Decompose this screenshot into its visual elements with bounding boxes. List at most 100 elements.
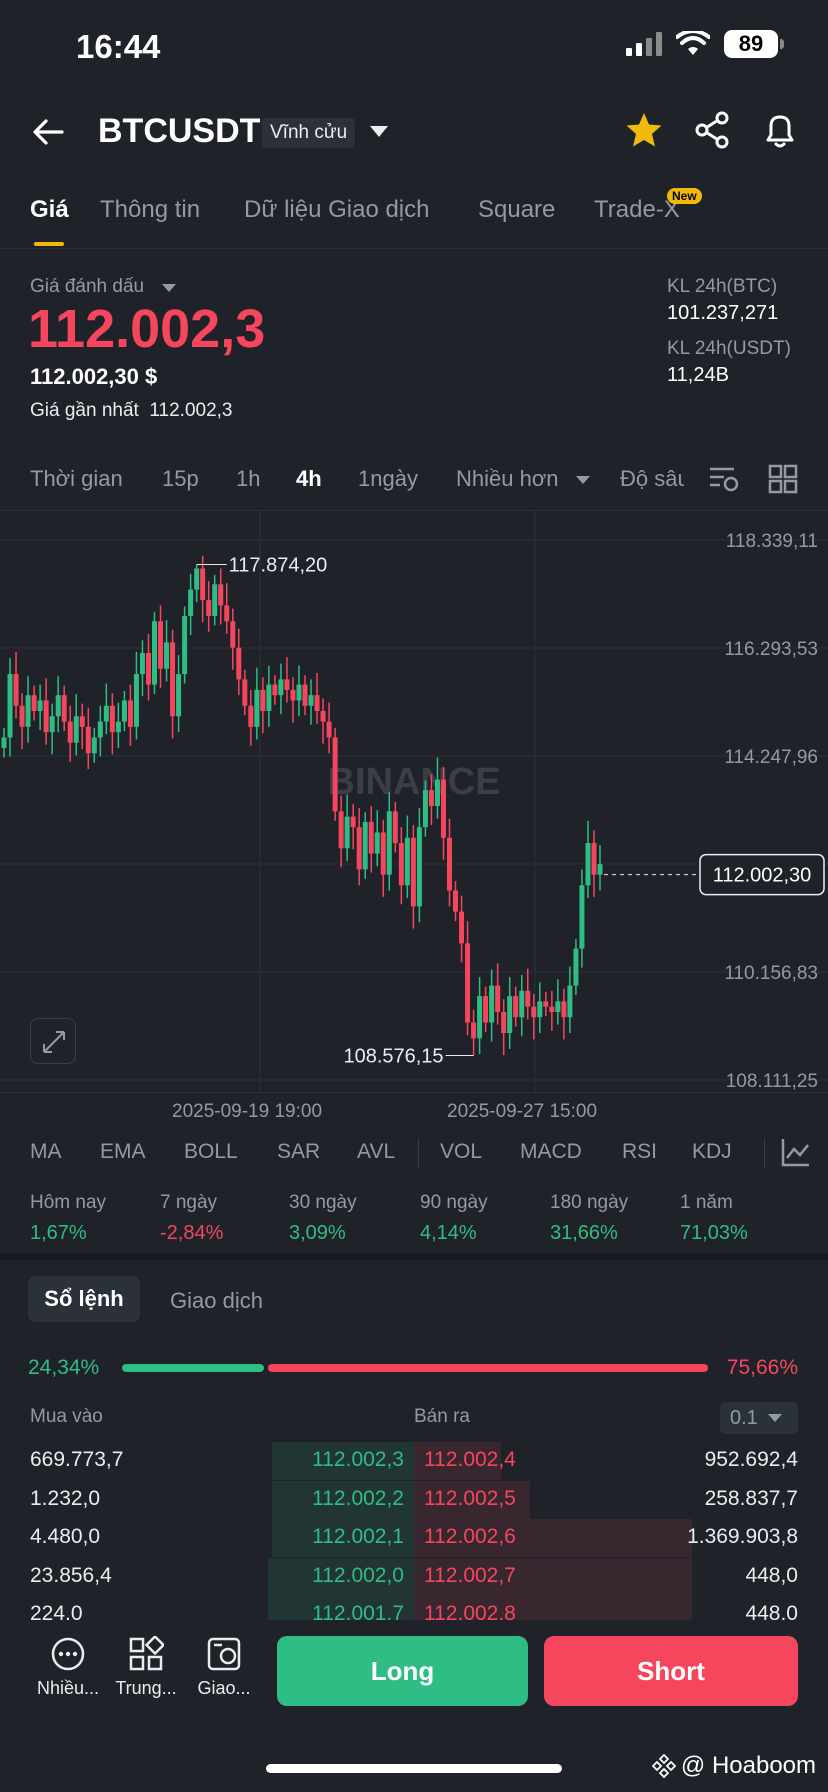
price-step-select[interactable]: 0.1	[720, 1402, 798, 1434]
candle-body	[428, 790, 434, 807]
tab-info[interactable]: Thông tin	[100, 196, 200, 224]
bid-price: 112.002,2	[312, 1486, 404, 1510]
candle-body	[453, 890, 459, 912]
candle-body	[416, 827, 422, 907]
grid-layout-icon[interactable]	[768, 464, 798, 494]
interval-depth[interactable]: Độ sâu	[620, 466, 684, 492]
indicator-avl[interactable]: AVL	[357, 1140, 395, 1164]
candle-body	[61, 695, 67, 722]
candle-body	[314, 695, 320, 712]
indicator-ema[interactable]: EMA	[100, 1140, 146, 1164]
candle-body	[218, 584, 224, 606]
long-button[interactable]: Long	[277, 1636, 528, 1706]
header: BTCUSDT Vĩnh cửu	[0, 100, 828, 164]
y-tick-label: 108.111,25	[726, 1071, 818, 1092]
indicator-rsi[interactable]: RSI	[622, 1140, 657, 1164]
buy-ratio-bar	[122, 1364, 264, 1372]
indicator-ma[interactable]: MA	[30, 1140, 62, 1164]
binance-logo-icon	[651, 1753, 677, 1779]
interval-1h[interactable]: 1h	[236, 466, 260, 492]
price-step-value: 0.1	[730, 1407, 758, 1429]
indicator-vol[interactable]: VOL	[440, 1140, 482, 1164]
indicator-kdj[interactable]: KDJ	[692, 1140, 732, 1164]
candle-body	[326, 721, 332, 738]
candle-body	[55, 695, 61, 717]
candle-body	[573, 948, 579, 986]
bid-quantity: 669.773,7	[30, 1448, 124, 1471]
status-icons: 89	[626, 30, 784, 58]
interval-more-caret-icon[interactable]	[576, 476, 590, 484]
star-icon[interactable]	[624, 110, 664, 150]
current-price-label: 112.002,30	[713, 865, 812, 887]
candle-body	[260, 689, 266, 712]
orderbook-row[interactable]: 1.232,0 112.002,2 112.002,5 258.837,7	[0, 1480, 828, 1519]
candle-body	[338, 811, 344, 849]
candle-body	[549, 1006, 555, 1012]
candle-body	[410, 837, 416, 907]
mark-price-dropdown-icon[interactable]	[162, 284, 176, 292]
candle-body	[139, 652, 145, 675]
y-tick-label: 116.293,53	[724, 639, 818, 660]
candle-body	[513, 996, 519, 1018]
symbol-title[interactable]: BTCUSDT	[98, 112, 260, 151]
tab-price[interactable]: Giá	[30, 196, 69, 224]
candle-body	[344, 816, 350, 849]
indicator-settings-icon[interactable]	[780, 1136, 812, 1168]
orderbook-row[interactable]: 4.480,0 112.002,1 112.002,6 1.369.903,8	[0, 1519, 828, 1557]
candle-body	[25, 695, 31, 727]
price-step-caret-icon[interactable]	[768, 1414, 782, 1422]
interval-more[interactable]: Nhiều hơn	[456, 466, 559, 492]
perf-90d-value: 4,14%	[420, 1222, 477, 1244]
tab-orderbook[interactable]: Sổ lệnh	[28, 1276, 140, 1322]
interval-time[interactable]: Thời gian	[30, 466, 123, 492]
tab-trade-x[interactable]: Trade-X	[594, 196, 680, 224]
interval-4h[interactable]: 4h	[296, 466, 322, 492]
status-time: 16:44	[76, 28, 161, 65]
tabs-divider	[0, 248, 828, 249]
last-price-label: Giá gần nhất	[30, 400, 139, 421]
share-icon[interactable]	[692, 110, 732, 150]
more-button[interactable]: Nhiều...	[28, 1636, 108, 1699]
orderbook-row[interactable]: 23.856,4 112.002,0 112.002,7 448,0	[0, 1557, 828, 1596]
indicator-bar: MA EMA BOLL SAR AVL VOL MACD RSI KDJ	[0, 1138, 828, 1180]
candle-body	[308, 695, 314, 706]
interval-1d[interactable]: 1ngày	[358, 466, 418, 492]
x-tick-2: 2025-09-27 15:00	[447, 1101, 598, 1122]
candle-body	[302, 684, 308, 706]
fullscreen-button[interactable]	[30, 1018, 76, 1064]
candle-body	[152, 621, 158, 685]
bid-quantity: 4.480,0	[30, 1525, 101, 1548]
perf-30d-label: 30 ngày	[289, 1192, 357, 1213]
trade-button[interactable]: Giao...	[184, 1636, 264, 1699]
interval-15m[interactable]: 15p	[162, 466, 199, 492]
candle-body	[404, 837, 410, 886]
back-arrow-icon[interactable]	[30, 114, 66, 150]
ask-quantity: 448,0	[745, 1563, 798, 1587]
tab-square[interactable]: Square	[478, 196, 555, 224]
bell-icon[interactable]	[760, 110, 800, 150]
indicator-macd[interactable]: MACD	[520, 1140, 582, 1164]
orderbook-row[interactable]: 669.773,7 112.002,3 112.002,4 952.692,4	[0, 1442, 828, 1480]
apps-icon	[129, 1636, 164, 1671]
candle-body	[459, 911, 465, 944]
indicator-boll[interactable]: BOLL	[184, 1140, 238, 1164]
indicator-sar[interactable]: SAR	[277, 1140, 320, 1164]
candle-body	[13, 674, 19, 706]
candle-body	[85, 726, 91, 754]
y-tick-label: 118.339,11	[726, 531, 818, 552]
ask-price: 112.002,6	[424, 1525, 516, 1548]
ask-price: 112.002,7	[424, 1563, 516, 1587]
candle-body	[465, 943, 471, 1023]
ask-price: 112.002,5	[424, 1486, 516, 1510]
symbol-dropdown-icon[interactable]	[370, 126, 388, 137]
mark-price-label[interactable]: Giá đánh dấu	[30, 276, 144, 298]
tab-trades[interactable]: Giao dịch	[170, 1288, 263, 1314]
tab-trading-data[interactable]: Dữ liệu Giao dịch	[244, 196, 429, 224]
candle-body	[483, 996, 489, 1023]
candle-body	[266, 684, 272, 712]
vol-btc-value: 101.237,271	[667, 302, 779, 324]
center-button[interactable]: Trung...	[106, 1636, 186, 1699]
candlestick-chart[interactable]: BINANCE 118.339,11 116.293,53 114.247,96 11…	[0, 510, 828, 1092]
short-button[interactable]: Short	[544, 1636, 798, 1706]
chart-settings-icon[interactable]	[708, 464, 740, 494]
